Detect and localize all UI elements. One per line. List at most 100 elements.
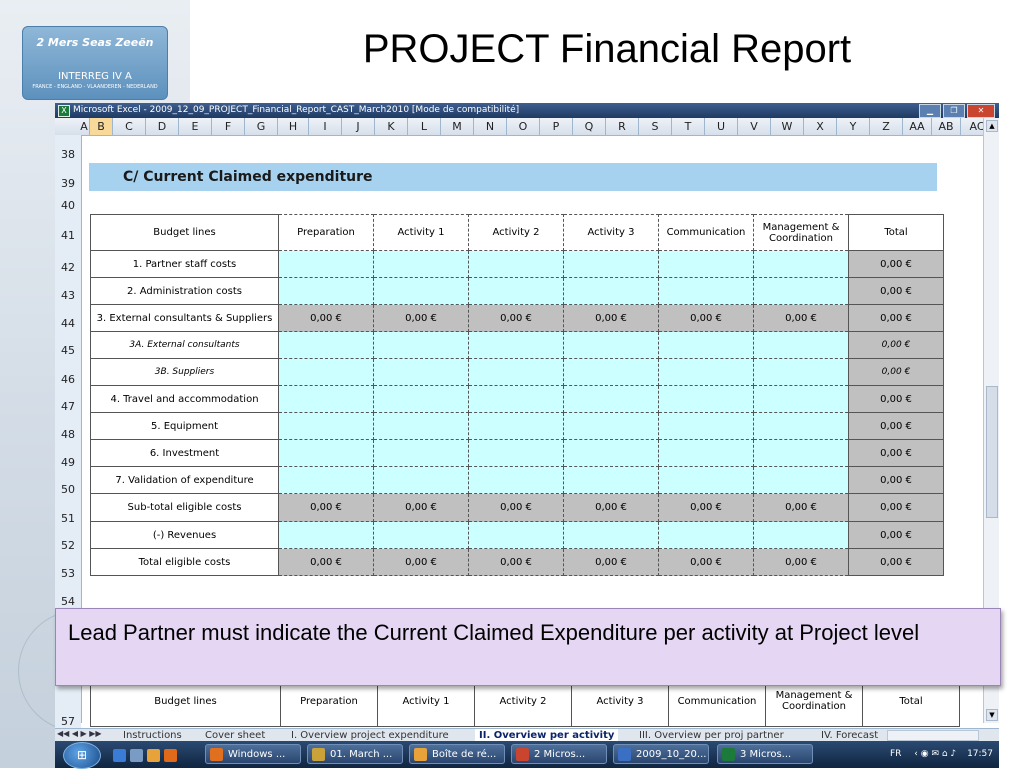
header-cell[interactable]: Management & Coordination <box>753 214 849 251</box>
column-header-d[interactable]: D <box>146 118 179 135</box>
row-label[interactable]: 2. Administration costs <box>90 277 279 305</box>
column-header-s[interactable]: S <box>639 118 672 135</box>
value-cell[interactable]: 0,00 € <box>278 493 374 522</box>
header-cell[interactable]: Preparation <box>278 214 374 251</box>
row-header-41[interactable]: 41 <box>55 229 81 242</box>
value-cell[interactable] <box>278 439 374 467</box>
column-header-r[interactable]: R <box>606 118 639 135</box>
column-header-ab[interactable]: AB <box>932 118 961 135</box>
row-header-39[interactable]: 39 <box>55 177 81 190</box>
row-header-48[interactable]: 48 <box>55 428 81 441</box>
value-cell[interactable]: 0,00 € <box>373 493 469 522</box>
row-label[interactable]: Total eligible costs <box>90 548 279 576</box>
total-cell[interactable]: 0,00 € <box>848 358 944 386</box>
value-cell[interactable] <box>658 331 754 359</box>
value-cell[interactable] <box>753 385 849 413</box>
row-header-47[interactable]: 47 <box>55 400 81 413</box>
header-cell[interactable]: Activity 2 <box>468 214 564 251</box>
value-cell[interactable]: 0,00 € <box>468 304 564 332</box>
column-header-i[interactable]: I <box>309 118 342 135</box>
value-cell[interactable] <box>468 521 564 549</box>
row-header-57[interactable]: 57 <box>55 715 81 728</box>
row-header-52[interactable]: 52 <box>55 539 81 552</box>
row-label[interactable]: 7. Validation of expenditure <box>90 466 279 494</box>
total-cell[interactable]: 0,00 € <box>848 385 944 413</box>
taskbar-button[interactable]: 3 Micros... <box>717 744 813 764</box>
value-cell[interactable] <box>658 466 754 494</box>
value-cell[interactable] <box>278 385 374 413</box>
value-cell[interactable]: 0,00 € <box>563 548 659 576</box>
value-cell[interactable] <box>563 385 659 413</box>
value-cell[interactable] <box>278 277 374 305</box>
row-label[interactable]: Sub-total eligible costs <box>90 493 279 522</box>
sheet-nav-arrows[interactable]: ◀◀ ◀ ▶ ▶▶ <box>57 729 102 738</box>
row-header-44[interactable]: 44 <box>55 317 81 330</box>
column-header-p[interactable]: P <box>540 118 573 135</box>
language-indicator[interactable]: FR <box>890 749 901 759</box>
value-cell[interactable] <box>373 466 469 494</box>
minimize-button[interactable]: ▁ <box>919 104 941 118</box>
total-cell[interactable]: 0,00 € <box>848 521 944 549</box>
value-cell[interactable] <box>753 412 849 440</box>
firefox-icon[interactable] <box>164 749 177 762</box>
column-header-l[interactable]: L <box>408 118 441 135</box>
value-cell[interactable] <box>753 277 849 305</box>
value-cell[interactable] <box>468 385 564 413</box>
value-cell[interactable] <box>468 466 564 494</box>
total-cell[interactable]: 0,00 € <box>848 493 944 522</box>
column-header-x[interactable]: X <box>804 118 837 135</box>
column-header-f[interactable]: F <box>212 118 245 135</box>
start-button[interactable]: ⊞ <box>63 742 101 769</box>
column-header-e[interactable]: E <box>179 118 212 135</box>
value-cell[interactable]: 0,00 € <box>658 304 754 332</box>
value-cell[interactable] <box>373 277 469 305</box>
value-cell[interactable]: 0,00 € <box>278 304 374 332</box>
value-cell[interactable]: 0,00 € <box>373 548 469 576</box>
restore-button[interactable]: ❐ <box>943 104 965 118</box>
close-button[interactable]: ✕ <box>967 104 995 118</box>
value-cell[interactable]: 0,00 € <box>373 304 469 332</box>
value-cell[interactable]: 0,00 € <box>468 493 564 522</box>
value-cell[interactable] <box>278 358 374 386</box>
total-cell[interactable]: 0,00 € <box>848 412 944 440</box>
total-cell[interactable]: 0,00 € <box>848 548 944 576</box>
excel-app-icon[interactable]: X <box>58 105 70 117</box>
value-cell[interactable] <box>753 466 849 494</box>
row-header-54[interactable]: 54 <box>55 595 81 608</box>
row-label[interactable]: 1. Partner staff costs <box>90 250 279 278</box>
row-header-40[interactable]: 40 <box>55 199 81 212</box>
total-cell[interactable]: 0,00 € <box>848 439 944 467</box>
value-cell[interactable] <box>468 412 564 440</box>
row-header-51[interactable]: 51 <box>55 512 81 525</box>
value-cell[interactable] <box>278 466 374 494</box>
column-header-c[interactable]: C <box>113 118 146 135</box>
column-header-t[interactable]: T <box>672 118 705 135</box>
horizontal-scrollbar[interactable] <box>887 730 979 741</box>
scroll-down-arrow[interactable]: ▼ <box>986 709 998 721</box>
row-header-46[interactable]: 46 <box>55 373 81 386</box>
taskbar-button[interactable]: 01. March ... <box>307 744 403 764</box>
value-cell[interactable] <box>373 439 469 467</box>
value-cell[interactable] <box>753 331 849 359</box>
value-cell[interactable]: 0,00 € <box>468 548 564 576</box>
column-header-o[interactable]: O <box>507 118 540 135</box>
value-cell[interactable]: 0,00 € <box>658 548 754 576</box>
total-cell[interactable]: 0,00 € <box>848 331 944 359</box>
column-header-j[interactable]: J <box>342 118 375 135</box>
value-cell[interactable] <box>658 358 754 386</box>
row-label[interactable]: (-) Revenues <box>90 521 279 549</box>
row-header-53[interactable]: 53 <box>55 567 81 580</box>
value-cell[interactable] <box>278 521 374 549</box>
scroll-thumb[interactable] <box>986 386 998 518</box>
row-header-38[interactable]: 38 <box>55 148 81 161</box>
scroll-up-arrow[interactable]: ▲ <box>986 120 998 132</box>
value-cell[interactable] <box>658 521 754 549</box>
switch-windows-icon[interactable] <box>130 749 143 762</box>
total-cell[interactable]: 0,00 € <box>848 304 944 332</box>
value-cell[interactable] <box>658 277 754 305</box>
value-cell[interactable] <box>373 250 469 278</box>
column-header-b[interactable]: B <box>90 118 113 135</box>
value-cell[interactable] <box>278 412 374 440</box>
value-cell[interactable] <box>563 250 659 278</box>
row-label[interactable]: 6. Investment <box>90 439 279 467</box>
